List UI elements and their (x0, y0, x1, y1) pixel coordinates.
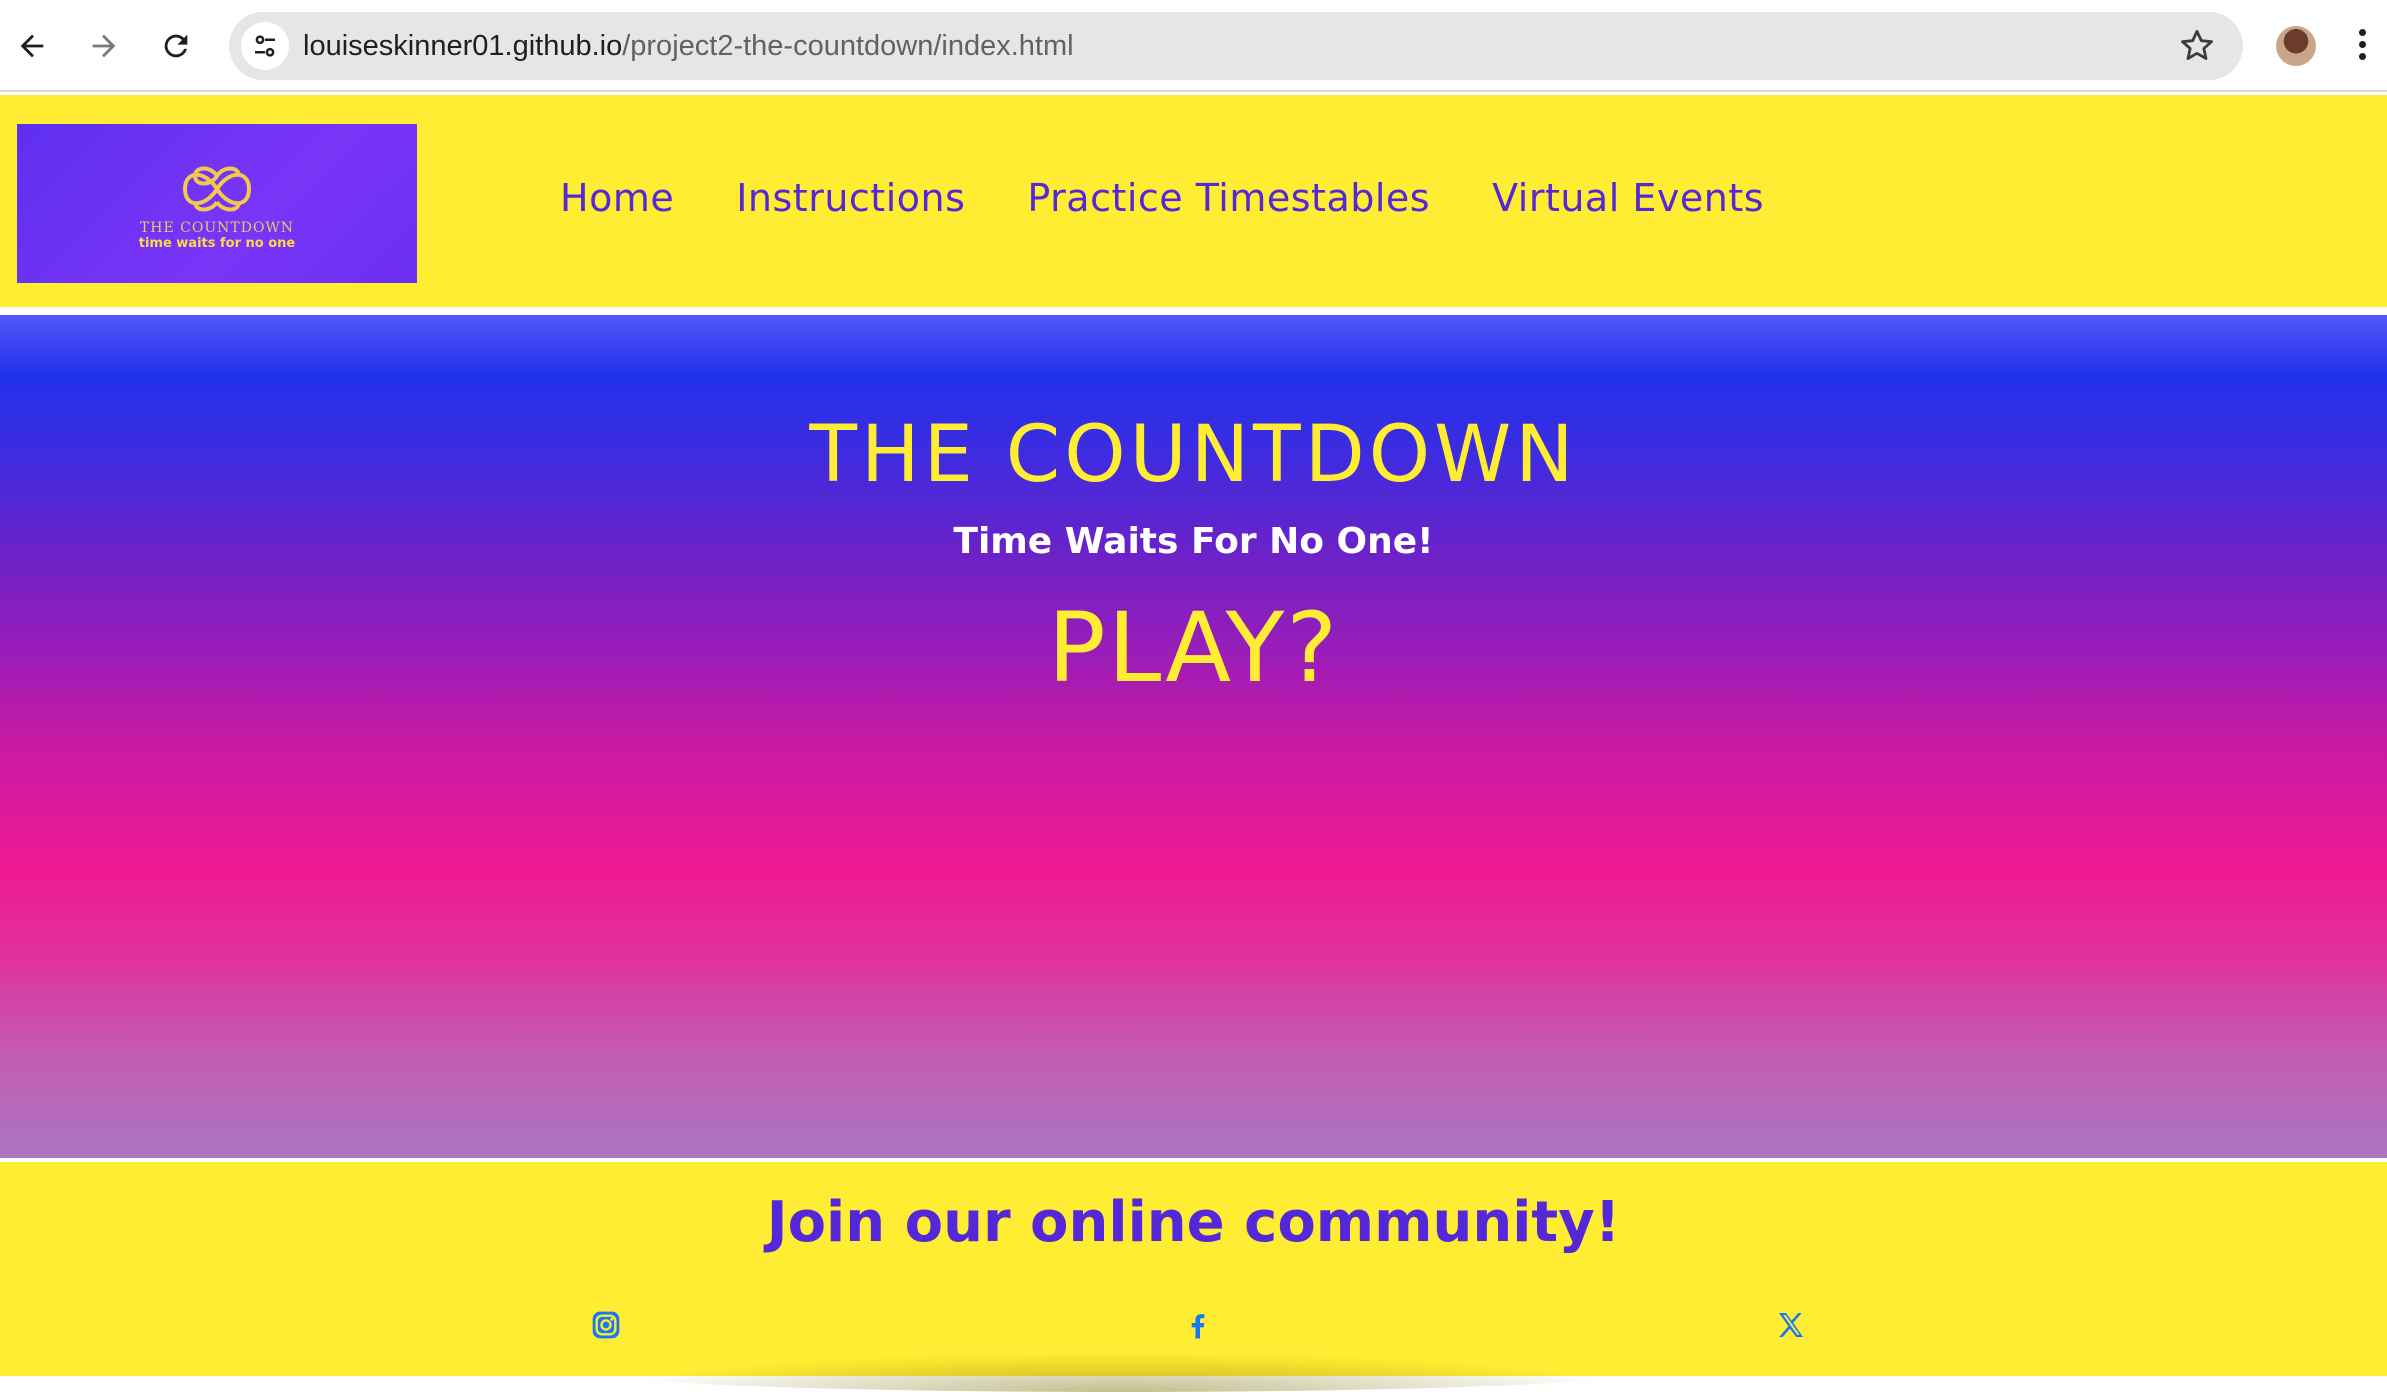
url-host: louiseskinner01.github.io (303, 30, 623, 62)
kebab-menu-icon[interactable] (2352, 26, 2372, 66)
forward-button[interactable] (80, 22, 128, 70)
back-button[interactable] (8, 22, 56, 70)
star-icon[interactable] (2177, 26, 2217, 66)
browser-toolbar: louiseskinner01.github.io/project2-the-c… (0, 0, 2387, 92)
facebook-link[interactable] (1180, 1307, 1216, 1343)
hero-title: THE COUNTDOWN (809, 410, 1578, 500)
nav-practice-timestables[interactable]: Practice Timestables (1027, 175, 1430, 221)
site-header: THE COUNTDOWN time waits for no one Home… (0, 95, 2387, 311)
instagram-icon (592, 1311, 620, 1339)
instagram-link[interactable] (588, 1307, 624, 1343)
main-navigation: Home Instructions Practice Timestables V… (560, 175, 1764, 221)
nav-home[interactable]: Home (560, 175, 674, 221)
reload-icon (164, 34, 188, 58)
hero-subtitle: Time Waits For No One! (953, 521, 1434, 562)
url-path: /project2-the-countdown/index.html (622, 30, 1074, 62)
url-text[interactable]: louiseskinner01.github.io/project2-the-c… (303, 28, 1074, 64)
hero-section: THE COUNTDOWN Time Waits For No One! PLA… (0, 315, 2387, 1158)
play-button[interactable]: PLAY? (1048, 592, 1339, 704)
back-arrow-icon (20, 34, 44, 58)
address-bar[interactable]: louiseskinner01.github.io/project2-the-c… (229, 12, 2243, 80)
logo-tagline: time waits for no one (138, 236, 296, 251)
footer-shadow (600, 1352, 1640, 1392)
site-footer: Join our online community! (0, 1158, 2387, 1392)
forward-arrow-icon (92, 34, 116, 58)
facebook-icon (1191, 1314, 1205, 1339)
avatar[interactable] (2276, 26, 2316, 66)
nav-instructions[interactable]: Instructions (736, 175, 965, 221)
reload-button[interactable] (152, 22, 200, 70)
logo-name: THE COUNTDOWN (139, 220, 295, 236)
site-info-button[interactable] (241, 22, 289, 70)
infinity-knot-logo-icon (182, 166, 252, 212)
x-twitter-icon (1779, 1313, 1803, 1337)
footer-title: Join our online community! (766, 1190, 1621, 1255)
tune-icon (255, 35, 275, 57)
nav-virtual-events[interactable]: Virtual Events (1492, 175, 1764, 221)
x-twitter-link[interactable] (1773, 1307, 1809, 1343)
play-prompt: PLAY? (0, 593, 2387, 703)
site-logo[interactable]: THE COUNTDOWN time waits for no one (17, 124, 417, 283)
